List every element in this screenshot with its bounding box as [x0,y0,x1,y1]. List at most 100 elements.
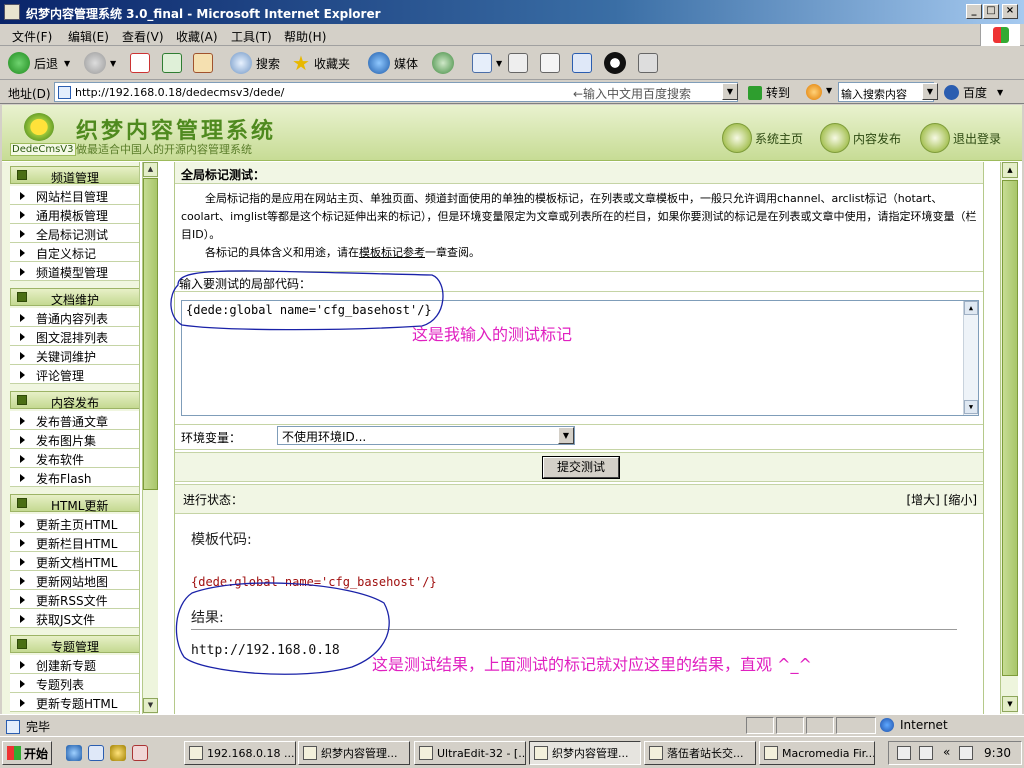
menu-help[interactable]: 帮助(H) [284,28,326,45]
ie-window-icon [649,746,663,760]
help-icon[interactable] [919,746,933,760]
volume-icon[interactable] [959,746,973,760]
provider-dropdown-icon[interactable]: ▼ [826,86,832,95]
edit-icon [540,53,560,73]
edit-button[interactable] [540,51,564,75]
task-ie-2[interactable]: 织梦内容管理... [298,741,410,765]
keyboard-icon[interactable] [897,746,911,760]
forward-dropdown-icon[interactable]: ▼ [110,59,116,68]
minimize-button[interactable]: _ [966,4,982,19]
taskbar: 开始 192.168.0.18 ... 织梦内容管理... UltraEdit-… [0,736,1024,768]
page-done-icon [6,719,20,734]
search-button[interactable]: 搜索 [230,51,280,75]
toolbar-search-dropdown-icon[interactable]: ▼ [922,83,938,100]
search-provider-icon[interactable] [806,84,822,100]
task-label: 192.168.0.18 ... [207,746,295,760]
status-cell [776,717,804,734]
menu-bar: 文件(F) 编辑(E) 查看(V) 收藏(A) 工具(T) 帮助(H) [0,24,1024,46]
messenger-button[interactable] [638,51,662,75]
fireworks-icon [764,746,778,760]
ultraedit-icon [419,746,433,760]
menu-file[interactable]: 文件(F) [12,28,52,45]
print-icon [508,53,528,73]
mail-dropdown-icon[interactable]: ▼ [496,59,502,68]
refresh-icon [162,53,182,73]
address-dropdown-icon[interactable]: ▼ [722,83,738,100]
window-title: 织梦内容管理系统 3.0_final - Microsoft Internet … [26,7,381,21]
discuss-icon [572,53,592,73]
annotation-note-result: 这是测试结果，上面测试的标记就对应这里的结果，直观 ^_^ [372,655,812,674]
forward-button[interactable]: ▼ [84,51,116,75]
go-arrow-icon [748,85,762,100]
stop-icon [130,53,150,73]
toolbar: 后退 ▼ ▼ 搜索 ★ 收藏夹 媒体 ▼ [0,46,1024,80]
search-label: 搜索 [256,56,281,71]
refresh-button[interactable] [162,51,186,75]
media-button[interactable]: 媒体 [368,51,418,75]
media-globe-icon [368,52,390,74]
status-done: 完毕 [6,718,50,735]
task-ie-1[interactable]: 192.168.0.18 ... [184,741,296,765]
menu-view[interactable]: 查看(V) [122,28,164,45]
tray-expand-icon[interactable]: « [943,745,950,759]
qq-button[interactable] [604,51,630,75]
mail-icon [472,53,492,73]
back-button[interactable]: 后退 ▼ [8,51,70,75]
baidu-search-button[interactable]: 百度 ▼ [944,84,1003,101]
search-icon [230,52,252,74]
quicklaunch-ie-icon[interactable] [66,745,82,761]
media-label: 媒体 [394,56,419,71]
history-button[interactable] [432,51,458,75]
baidu-icon [944,85,959,100]
quicklaunch-player-icon[interactable] [110,745,126,761]
forward-arrow-icon [84,52,106,74]
windows-logo [980,24,1020,46]
back-dropdown-icon[interactable]: ▼ [64,59,70,68]
ie-window-icon [534,746,548,760]
status-cell [806,717,834,734]
start-button[interactable]: 开始 [2,741,52,765]
menu-edit[interactable]: 编辑(E) [68,28,109,45]
quicklaunch-tool-icon[interactable] [132,745,148,761]
task-label: UltraEdit-32 - [... [437,746,526,760]
system-tray: « 9:30 [888,741,1022,765]
page-icon [58,86,71,99]
stop-button[interactable] [130,51,154,75]
favorites-label: 收藏夹 [313,56,350,71]
address-input[interactable]: http://192.168.0.18/dedecmsv3/dede/ ←输入中… [54,82,738,102]
title-bar[interactable]: 织梦内容管理系统 3.0_final - Microsoft Internet … [0,0,1024,24]
task-fireworks[interactable]: Macromedia Fir... [759,741,875,765]
page-viewport: DedeCmsV3 织梦内容管理系统 做最适合中国人的开源内容管理系统 系统主页… [2,105,1022,714]
task-ie-forum[interactable]: 落伍者站长交... [644,741,756,765]
discuss-button[interactable] [572,51,596,75]
annotation-circle-result [175,582,390,675]
mail-button[interactable]: ▼ [472,51,502,75]
windows-flag-icon [993,27,1009,43]
home-icon [193,53,213,73]
task-ie-active[interactable]: 织梦内容管理... [529,741,641,765]
annotation-layer [170,270,444,675]
go-button[interactable]: 转到 [748,84,790,101]
ie-page-icon [4,4,20,20]
qq-penguin-icon [604,52,626,74]
quicklaunch-desktop-icon[interactable] [88,745,104,761]
history-icon [432,52,454,74]
go-label: 转到 [766,86,791,100]
favorites-button[interactable]: ★ 收藏夹 [292,51,350,75]
task-label: 织梦内容管理... [321,747,398,760]
close-button[interactable]: × [1002,4,1018,19]
task-label: 落伍者站长交... [667,747,744,760]
clock: 9:30 [984,746,1011,760]
toolbar-search-input[interactable]: 输入搜索内容 [838,82,934,102]
print-button[interactable] [508,51,532,75]
menu-favorites[interactable]: 收藏(A) [176,28,218,45]
task-ultraedit[interactable]: UltraEdit-32 - [... [414,741,526,765]
baidu-dropdown-icon[interactable]: ▼ [997,88,1003,97]
windows-flag-icon [7,746,21,760]
messenger-icon [638,53,658,73]
status-cell [746,717,774,734]
maximize-button[interactable]: □ [983,4,999,19]
status-cell [836,717,876,734]
menu-tools[interactable]: 工具(T) [231,28,272,45]
home-button[interactable] [193,51,217,75]
